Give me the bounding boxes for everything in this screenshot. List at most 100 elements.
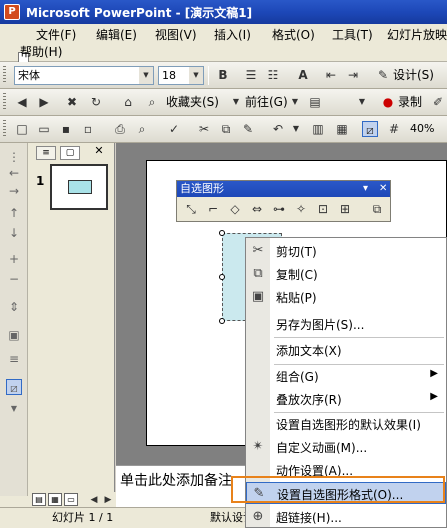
toolbar-grip[interactable] [3,93,6,111]
chevron-down-icon[interactable]: ▼ [6,401,22,417]
resize-handle[interactable] [219,274,225,280]
menu-item-order[interactable]: 叠放次序(R) ▶ [246,388,446,410]
stop-icon[interactable]: ✖ [64,94,80,110]
menu-item-cut[interactable]: ✂ 剪切(T) [246,240,446,262]
menu-item-paste[interactable]: ▣ 粘贴(P) [246,286,446,308]
font-size-select[interactable]: 18 ▼ [158,66,204,85]
toolbar-grip[interactable] [3,120,6,138]
bold-button[interactable]: B [215,67,231,83]
toolbar-separator [208,66,209,85]
menu-item-copy[interactable]: ⧉ 复制(C) [246,263,446,285]
increase-indent-icon[interactable]: ⇥ [345,67,361,83]
menu-tools[interactable]: 工具(T) [332,26,373,44]
favorites-button[interactable]: 收藏夹(S) [166,94,219,110]
menu-item-set-default[interactable]: 设置自选图形的默认效果(I) [246,413,446,435]
refresh-icon[interactable]: ↻ [88,94,104,110]
menu-item-save-as-picture[interactable]: 另存为图片(S)... [246,313,446,335]
window-title: Microsoft PowerPoint - [演示文稿1] [26,5,253,20]
normal-view-icon[interactable]: ▤ [32,493,46,506]
search-icon[interactable]: ⌕ [144,94,160,110]
go-button[interactable]: 前往(G) [245,94,288,110]
summary-slide-icon[interactable]: ▣ [6,327,22,343]
slideshow-icon[interactable]: ▭ [64,493,78,506]
action-buttons-icon[interactable]: ⊞ [336,201,354,218]
cut-icon[interactable]: ✂ [196,121,212,137]
design-icon[interactable]: ✎ [375,67,391,83]
slide-sorter-icon[interactable]: ▦ [48,493,62,506]
permission-icon[interactable]: ▫ [80,121,96,137]
back-icon[interactable]: ◀ [14,94,30,110]
slides-tab[interactable]: ▢ [60,146,80,160]
toolbar-options-icon[interactable]: ▼ [354,94,370,110]
palette-title-bar[interactable]: 自选图形 ▾ ✕ [177,181,390,197]
insert-table-icon[interactable]: ▦ [334,121,350,137]
palette-options-icon[interactable]: ▾ [363,181,368,197]
menu-item-hyperlink[interactable]: ⊕ 超链接(H)... [246,506,446,528]
bullet-list-icon[interactable]: ☷ [265,67,281,83]
record-button[interactable]: 录制 [398,94,422,110]
block-arrows-icon[interactable]: ⇔ [248,201,266,218]
palette-close-icon[interactable]: ✕ [379,181,387,197]
drawing-icon[interactable]: ⧄ [362,121,378,137]
close-icon[interactable]: ✕ [92,144,106,157]
increase-font-icon[interactable]: A [295,67,311,83]
spelling-icon[interactable]: ✓ [166,121,182,137]
move-right-icon[interactable]: → [6,183,22,199]
menu-format[interactable]: 格式(O) [272,26,315,44]
home-icon[interactable]: ⌂ [120,94,136,110]
expand-icon[interactable]: + [6,251,22,267]
basic-shapes-icon[interactable]: ◇ [226,201,244,218]
format-shape-icon[interactable]: ⧄ [6,379,22,395]
move-left-icon[interactable]: ← [6,165,22,181]
stars-banners-icon[interactable]: ✧ [292,201,310,218]
toolbar-grip[interactable] [3,66,6,84]
show-grid-icon[interactable]: # [386,121,402,137]
design-button[interactable]: 设计(S) [393,67,434,83]
chevron-down-icon[interactable]: ▼ [287,94,303,110]
numbered-list-icon[interactable]: ☰ [243,67,259,83]
more-autoshapes-icon[interactable]: ⧉ [368,201,386,218]
scroll-right-icon[interactable]: ▶ [100,492,116,508]
record-icon[interactable]: ● [380,94,396,110]
menu-item-group[interactable]: 组合(G) ▶ [246,365,446,387]
show-formatting-icon[interactable]: ≡ [6,351,22,367]
save-icon[interactable]: ▪ [58,121,74,137]
lines-icon[interactable]: ⤡ [182,201,200,218]
outline-tab[interactable]: ≡ [36,146,56,160]
print-icon[interactable]: ⎙ [112,121,128,137]
font-select[interactable]: 宋体 ▼ [14,66,154,85]
copy-icon[interactable]: ⧉ [218,121,234,137]
menu-help[interactable]: 帮助(H) [20,43,62,61]
menu-file[interactable]: 文件(F) [36,26,76,44]
menu-view[interactable]: 视图(V) [155,26,197,44]
slide-thumbnail[interactable] [50,164,108,210]
resize-handle[interactable] [219,318,225,324]
undo-icon[interactable]: ↶ [270,121,286,137]
forward-icon[interactable]: ▶ [36,94,52,110]
zoom-value[interactable]: 40% [410,121,434,137]
expand-all-icon[interactable]: ⇕ [6,299,22,315]
flowchart-icon[interactable]: ⊶ [270,201,288,218]
collapse-icon[interactable]: − [6,271,22,287]
menu-edit[interactable]: 编辑(E) [96,26,137,44]
decrease-indent-icon[interactable]: ⇤ [323,67,339,83]
open-folder-icon[interactable]: ▭ [36,121,52,137]
print-preview-icon[interactable]: ⌕ [134,121,150,137]
resize-handle[interactable] [219,230,225,236]
menu-slideshow[interactable]: 幻灯片放映 [387,26,447,44]
connectors-icon[interactable]: ⌐ [204,201,222,218]
move-down-icon[interactable]: ↓ [6,225,22,241]
menu-item-add-text[interactable]: 添加文本(X) [246,339,446,361]
menu-insert[interactable]: 插入(I) [214,26,251,44]
pen-icon[interactable]: ✐ [430,94,446,110]
chevron-down-icon[interactable]: ▼ [228,94,244,110]
insert-chart-icon[interactable]: ▥ [310,121,326,137]
callouts-icon[interactable]: ⊡ [314,201,332,218]
menu-item-custom-animation[interactable]: ✴ 自定义动画(M)... [246,436,446,458]
new-document-icon[interactable]: □ [14,121,30,137]
format-painter-icon[interactable]: ✎ [240,121,256,137]
chevron-down-icon[interactable]: ▼ [288,121,304,137]
powerpoint-app-icon[interactable]: P [4,4,20,20]
show-only-web-toolbar-icon[interactable]: ▤ [307,94,323,110]
move-up-icon[interactable]: ↑ [6,205,22,221]
